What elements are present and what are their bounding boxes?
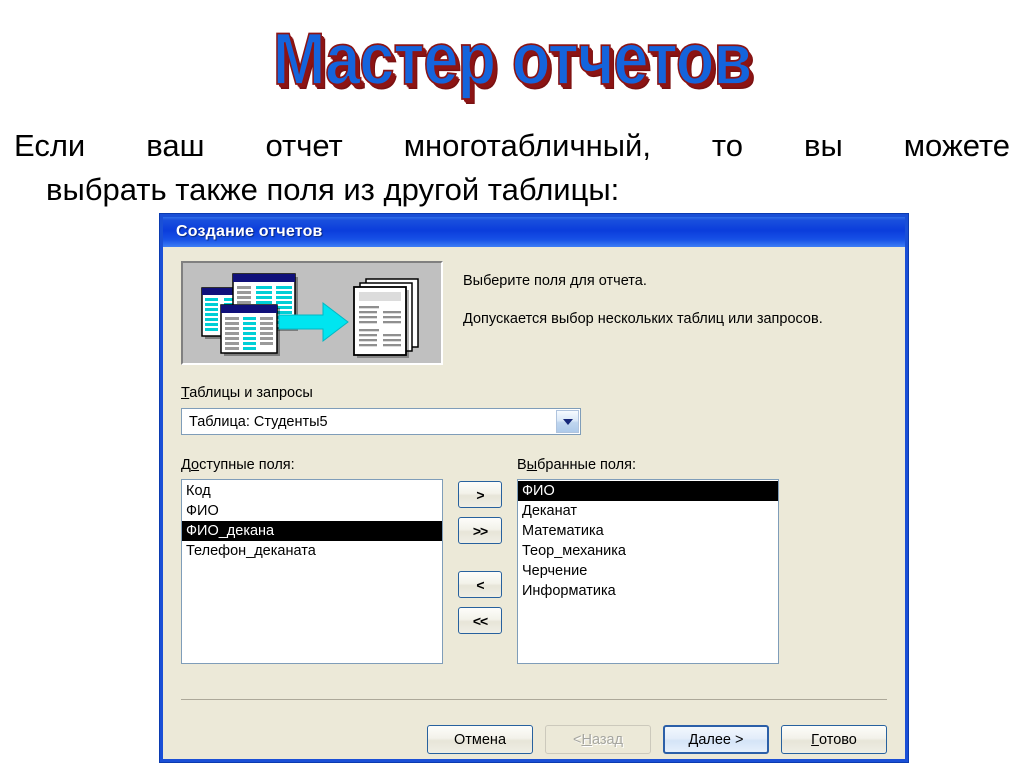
instructions-block: Выберите поля для отчета. Допускается вы… xyxy=(463,261,887,327)
body-line-2: выбрать также поля из другой таблицы: xyxy=(46,172,620,207)
list-item[interactable]: Теор_механика xyxy=(518,541,778,561)
chevron-down-glyph xyxy=(562,418,573,425)
dialog-titlebar[interactable]: Создание отчетов xyxy=(160,214,908,247)
selected-fields-column: Выбранные поля: ФИО Деканат Математика Теор… xyxy=(517,457,779,664)
report-wizard-dialog: Создание отчетов Выберите поля для отчет… xyxy=(160,214,908,762)
selected-fields-listbox[interactable]: ФИО Деканат Математика Теор_механика Черчени… xyxy=(517,479,779,664)
page-title: Мастер отчетов xyxy=(272,18,753,101)
instruction-secondary: Допускается выбор нескольких таблиц или … xyxy=(463,311,823,327)
available-fields-column: Доступные поля: Код ФИО ФИО_декана Телефон_… xyxy=(181,457,443,664)
dialog-title: Создание отчетов xyxy=(176,223,323,240)
available-label-accel: о xyxy=(190,457,200,473)
back-button-post: азад xyxy=(591,731,624,748)
list-item[interactable]: ФИО_декана xyxy=(182,521,442,541)
list-item[interactable]: ФИО xyxy=(518,481,778,501)
finish-button[interactable]: Готово xyxy=(781,725,887,754)
selected-label-pre: В xyxy=(517,457,527,473)
list-item[interactable]: Код xyxy=(182,481,442,501)
tables-queries-label-rest: аблицы и запросы xyxy=(189,385,313,401)
footer-separator xyxy=(181,699,887,700)
slide-body-text: Если ваш отчет многотабличный, то вы мож… xyxy=(14,124,1010,212)
tables-queries-label-accel: Т xyxy=(181,385,190,401)
selected-label-post: бранные поля: xyxy=(537,457,636,473)
chevron-down-icon[interactable] xyxy=(556,410,579,433)
move-all-right-button[interactable]: >> xyxy=(458,517,502,544)
report-pages-icon xyxy=(353,278,419,358)
back-button-pre: < xyxy=(572,731,582,748)
available-fields-listbox[interactable]: Код ФИО ФИО_декана Телефон_деканата xyxy=(181,479,443,664)
dialog-header-row: Выберите поля для отчета. Допускается вы… xyxy=(181,261,887,365)
tables-queries-label: Таблицы и запросы xyxy=(181,385,887,401)
body-line-1: Если ваш отчет многотабличный, то вы мож… xyxy=(14,128,1010,163)
field-selection-area: Доступные поля: Код ФИО ФИО_декана Телефон_… xyxy=(181,457,887,664)
tables-queries-combo-value: Таблица: Студенты5 xyxy=(189,413,328,430)
footer-buttons-group: Отмена < Назад Далее > Готово xyxy=(427,725,887,754)
finish-button-post: отово xyxy=(818,731,857,748)
dialog-body: Выберите поля для отчета. Допускается вы… xyxy=(163,247,905,762)
tables-queries-combobox[interactable]: Таблица: Студенты5 xyxy=(181,408,581,435)
table-window-icon-3 xyxy=(220,304,280,356)
available-label-post: ступные поля: xyxy=(199,457,295,473)
selected-fields-label: Выбранные поля: xyxy=(517,457,779,473)
selected-label-accel: ы xyxy=(526,457,538,473)
next-button[interactable]: Далее > xyxy=(663,725,769,754)
available-fields-label: Доступные поля: xyxy=(181,457,443,473)
available-label-pre: Д xyxy=(181,457,191,473)
move-one-left-button[interactable]: < xyxy=(458,571,502,598)
move-all-left-button[interactable]: << xyxy=(458,607,502,634)
next-button-post: алее > xyxy=(698,731,744,748)
list-item[interactable]: Черчение xyxy=(518,561,778,581)
list-item[interactable]: ФИО xyxy=(182,501,442,521)
list-item[interactable]: Деканат xyxy=(518,501,778,521)
transfer-buttons-group: > >> < << xyxy=(443,457,517,643)
instruction-primary: Выберите поля для отчета. xyxy=(463,273,647,289)
list-item[interactable]: Математика xyxy=(518,521,778,541)
list-item[interactable]: Телефон_деканата xyxy=(182,541,442,561)
back-button-accel: Н xyxy=(581,731,592,748)
move-one-right-button[interactable]: > xyxy=(458,481,502,508)
cancel-button[interactable]: Отмена xyxy=(427,725,533,754)
list-item[interactable]: Информатика xyxy=(518,581,778,601)
tables-queries-combo-row: Таблица: Студенты5 xyxy=(181,408,887,435)
finish-button-accel: Г xyxy=(811,731,819,748)
next-button-accel: Д xyxy=(688,731,699,748)
back-button: < Назад xyxy=(545,725,651,754)
illustration-svg xyxy=(201,273,419,358)
tables-to-report-illustration xyxy=(181,261,443,365)
